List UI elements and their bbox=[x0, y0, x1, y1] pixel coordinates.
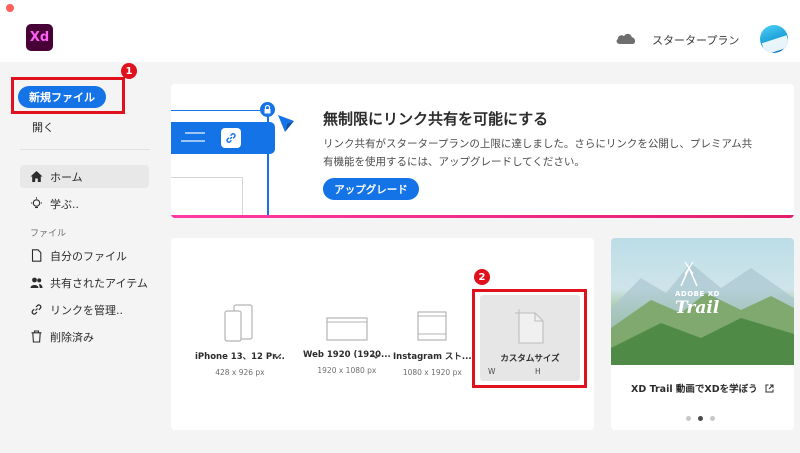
preset-name: Instagram スト... bbox=[393, 352, 472, 362]
illustration-share-card bbox=[171, 122, 275, 154]
chevron-down-icon[interactable] bbox=[371, 352, 381, 360]
sidebar-item-manage-links[interactable]: リンクを管理.. bbox=[20, 298, 149, 321]
lightbulb-icon bbox=[31, 197, 42, 209]
sidebar-divider bbox=[20, 149, 150, 150]
external-link-icon bbox=[765, 384, 774, 393]
preset-web[interactable]: Web 1920 (1920... 1920 x 1080 px bbox=[303, 304, 391, 375]
trash-icon bbox=[31, 330, 42, 343]
upgrade-button[interactable]: アップグレード bbox=[323, 178, 419, 200]
illustration-document bbox=[171, 177, 243, 218]
document-presets-card: iPhone 13、12 Pr... 428 x 926 px Web 1920… bbox=[171, 238, 594, 430]
window-close-dot[interactable] bbox=[6, 4, 14, 12]
sidebar: 新規ファイル 1 開く ホーム 学ぶ.. ファイル 自分のファイル 共有されたア… bbox=[0, 62, 160, 453]
chevron-down-icon[interactable] bbox=[272, 352, 282, 360]
sidebar-item-shared[interactable]: 共有されたアイテム bbox=[20, 271, 149, 294]
preset-size: 1920 x 1080 px bbox=[317, 366, 377, 375]
illustration-line bbox=[171, 110, 269, 111]
promo-image-title: Trail bbox=[675, 298, 720, 318]
top-bar: Xd スタータープラン bbox=[0, 0, 800, 62]
carousel-dot[interactable] bbox=[710, 416, 715, 421]
promo-image-caption: ADOBE XD bbox=[675, 290, 720, 298]
home-icon bbox=[30, 171, 43, 182]
promo-title-text: XD Trail 動画でXDを学ぼう bbox=[631, 384, 758, 395]
preset-size: 1080 x 1920 px bbox=[402, 368, 462, 377]
sidebar-item-learn[interactable]: 学ぶ.. bbox=[20, 192, 149, 215]
users-icon bbox=[30, 277, 43, 288]
avatar[interactable] bbox=[760, 25, 788, 53]
document-icon bbox=[31, 249, 42, 262]
banner-description: リンク共有がスタータープランの上限に達しました。さらにリンクを公開し、プレミアム… bbox=[323, 138, 753, 168]
banner-title: 無制限にリンク共有を可能にする bbox=[323, 110, 549, 128]
promo-title[interactable]: XD Trail 動画でXDを学ぼう bbox=[611, 381, 794, 395]
learn-promo-card[interactable]: ADOBE XD Trail XD Trail 動画でXDを学ぼう bbox=[611, 238, 794, 430]
plan-label[interactable]: スタータープラン bbox=[652, 32, 739, 48]
sidebar-item-label: ホーム bbox=[50, 170, 83, 184]
sidebar-item-my-files[interactable]: 自分のファイル bbox=[20, 244, 149, 267]
story-preset-icon bbox=[417, 311, 447, 341]
highlight-box-new-file bbox=[11, 77, 125, 114]
sidebar-item-label: 学ぶ.. bbox=[50, 197, 79, 211]
cloud-icon[interactable] bbox=[615, 31, 637, 45]
files-section-label: ファイル bbox=[30, 229, 67, 239]
preset-iphone[interactable]: iPhone 13、12 Pr... 428 x 926 px bbox=[195, 304, 285, 377]
lock-icon bbox=[260, 102, 275, 117]
sidebar-item-deleted[interactable]: 削除済み bbox=[20, 325, 149, 348]
carousel-dot[interactable] bbox=[686, 416, 691, 421]
sidebar-item-label: 共有されたアイテム bbox=[50, 276, 148, 290]
preset-size: 428 x 926 px bbox=[215, 368, 265, 377]
link-icon bbox=[221, 128, 241, 148]
xd-app-logo: Xd bbox=[26, 24, 53, 51]
annotation-badge-2: 2 bbox=[474, 269, 490, 285]
open-link[interactable]: 開く bbox=[32, 119, 54, 135]
link-icon bbox=[31, 304, 42, 315]
annotation-badge-1: 1 bbox=[121, 63, 137, 79]
carousel-dot-active[interactable] bbox=[698, 416, 703, 421]
web-preset-icon bbox=[326, 317, 368, 341]
banner-accent-strip bbox=[171, 215, 794, 218]
trail-promo-image: ADOBE XD Trail bbox=[611, 238, 794, 365]
cursor-arrow-icon bbox=[278, 115, 294, 132]
sidebar-item-label: 削除済み bbox=[50, 330, 94, 344]
preset-instagram-story[interactable]: Instagram スト... 1080 x 1920 px bbox=[393, 304, 472, 377]
highlight-box-custom-size bbox=[472, 289, 587, 388]
sidebar-item-home[interactable]: ホーム bbox=[20, 165, 149, 188]
sidebar-item-label: 自分のファイル bbox=[50, 249, 127, 263]
upgrade-banner: 無制限にリンク共有を可能にする リンク共有がスタータープランの上限に達しました。… bbox=[171, 84, 794, 218]
phone-preset-icon bbox=[224, 304, 253, 342]
sidebar-item-label: リンクを管理.. bbox=[50, 303, 123, 317]
